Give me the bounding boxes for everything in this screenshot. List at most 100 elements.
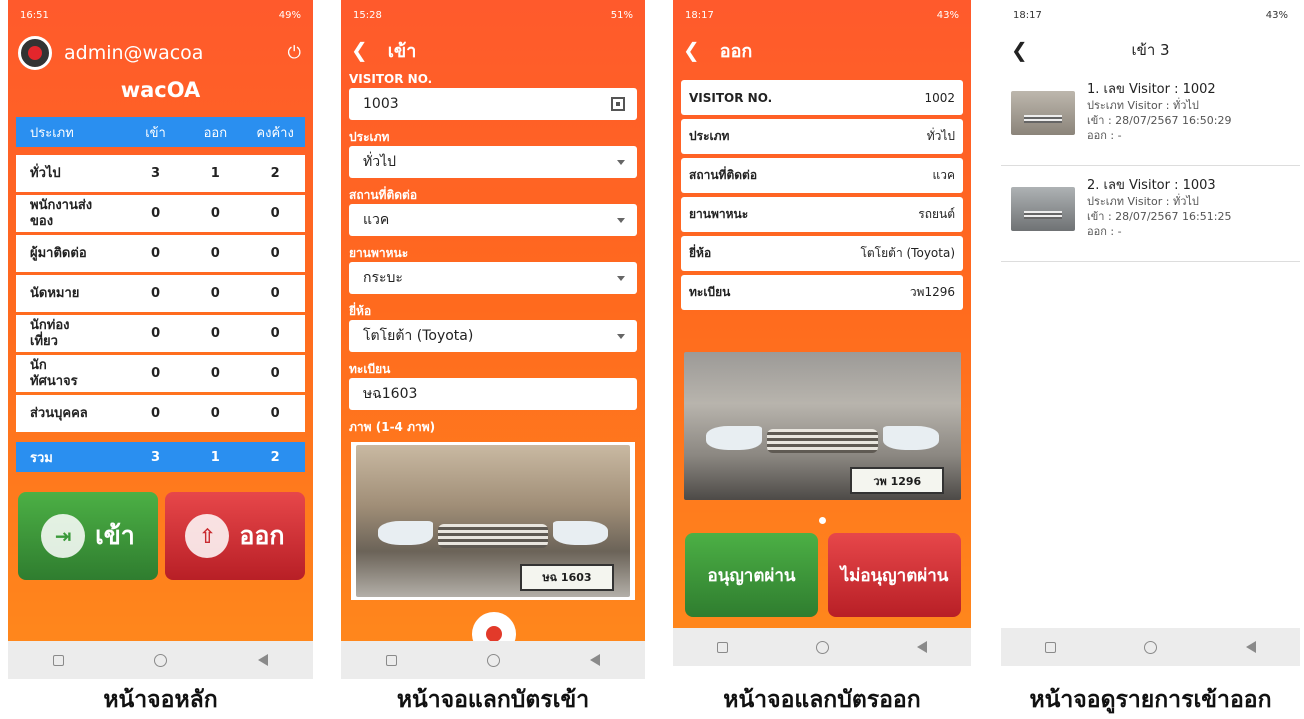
item-title: 2. เลข Visitor : 1003	[1087, 178, 1216, 193]
check-out-button[interactable]: ⇧ ออก	[165, 492, 305, 580]
header-remain: คงค้าง	[256, 125, 294, 141]
status-battery: 49%	[278, 9, 301, 21]
brand-select[interactable]: โตโยต้า (Toyota)	[349, 320, 637, 352]
check-in-button[interactable]: ⇥ เข้า	[18, 492, 158, 580]
summary-total-row: รวม 3 1 2	[16, 442, 305, 472]
qr-scan-icon[interactable]	[611, 97, 625, 111]
table-row[interactable]: นัดหมาย 0 0 0	[16, 275, 305, 312]
vehicle-value: กระบะ	[363, 270, 403, 286]
back-nav-icon[interactable]	[257, 654, 268, 666]
brand-title: wacOA	[120, 78, 201, 102]
type-select[interactable]: ทั่วไป	[349, 146, 637, 178]
status-bar: 18:17 43%	[673, 0, 971, 30]
row-remain: 0	[270, 286, 280, 301]
total-label: รวม	[30, 450, 53, 466]
home-icon[interactable]	[816, 640, 829, 654]
row-out: 0	[210, 366, 220, 381]
chevron-down-icon	[617, 217, 625, 223]
car-photo: ษฉ 1603	[356, 445, 630, 597]
login-icon: ⇥	[41, 514, 86, 558]
list-item[interactable]: 2. เลข Visitor : 1003 ประเภท Visitor : ท…	[1001, 166, 1300, 262]
photo-box[interactable]: ษฉ 1603	[351, 442, 635, 600]
home-icon[interactable]	[487, 653, 500, 667]
detail-value: 1002	[924, 90, 955, 105]
table-row[interactable]: ผู้มาติดต่อ 0 0 0	[16, 235, 305, 272]
row-type: พนักงานส่งของ	[30, 197, 93, 229]
status-time: 16:51	[20, 9, 49, 21]
home-icon[interactable]	[1144, 640, 1158, 654]
contact-place-value: แวค	[363, 212, 390, 228]
app-header: admin@wacoa ⏻	[8, 30, 313, 70]
entry-list-screen: 18:17 43% ❮ เข้า 3 1. เลข Visitor : 1002…	[1001, 0, 1300, 666]
photo-label: ภาพ (1-4 ภาพ)	[349, 420, 436, 434]
type-value: ทั่วไป	[363, 154, 397, 170]
allow-button[interactable]: อนุญาตผ่าน	[685, 533, 818, 617]
row-remain: 0	[270, 326, 280, 341]
detail-row: VISITOR NO. 1002	[681, 80, 963, 115]
contact-place-select[interactable]: แวค	[349, 204, 637, 236]
plate-in-photo: วพ 1296	[850, 467, 945, 495]
user-email: admin@wacoa	[64, 42, 204, 64]
row-in: 0	[151, 206, 161, 221]
list-item[interactable]: 1. เลข Visitor : 1002 ประเภท Visitor : ท…	[1001, 70, 1300, 166]
back-nav-icon[interactable]	[917, 641, 927, 653]
back-arrow-icon[interactable]: ❮	[351, 38, 368, 62]
row-in: 0	[151, 326, 161, 341]
item-out-time: ออก : -	[1087, 129, 1122, 142]
android-nav-bar	[8, 641, 313, 679]
row-in: 3	[151, 166, 161, 181]
car-photo-carousel[interactable]: วพ 1296	[684, 352, 961, 500]
item-type: ประเภท Visitor : ทั่วไป	[1087, 195, 1199, 208]
row-remain: 0	[270, 246, 280, 261]
row-in: 0	[151, 286, 161, 301]
item-out-time: ออก : -	[1087, 225, 1122, 238]
recents-icon[interactable]	[1045, 641, 1057, 653]
recents-icon[interactable]	[717, 641, 728, 653]
plate-input[interactable]: ษฉ1603	[349, 378, 637, 410]
power-icon[interactable]: ⏻	[288, 43, 301, 63]
table-row[interactable]: นักทัศนาจร 0 0 0	[16, 355, 305, 392]
caption-entry-list: หน้าจอดูรายการเข้าออก	[1029, 687, 1272, 713]
row-remain: 2	[270, 166, 280, 181]
total-out: 1	[210, 449, 220, 465]
status-time: 18:17	[1013, 9, 1042, 21]
vehicle-select[interactable]: กระบะ	[349, 262, 637, 294]
back-nav-icon[interactable]	[1245, 641, 1256, 653]
row-type: นักท่องเที่ยว	[30, 317, 70, 349]
deny-button[interactable]: ไม่อนุญาตผ่าน	[828, 533, 961, 617]
detail-row: ประเภท ทั่วไป	[681, 119, 963, 154]
status-bar: 16:51 49%	[8, 0, 313, 30]
recents-icon[interactable]	[53, 654, 65, 666]
screen-title: เข้า 3	[1131, 41, 1170, 59]
header-out: ออก	[203, 125, 228, 141]
back-arrow-icon[interactable]: ❮	[683, 38, 700, 62]
visitor-no-input[interactable]: 1003	[349, 88, 637, 120]
recents-icon[interactable]	[386, 654, 397, 666]
status-time: 15:28	[353, 9, 382, 21]
row-remain: 0	[270, 366, 280, 381]
table-row[interactable]: นักท่องเที่ยว 0 0 0	[16, 315, 305, 352]
header-in: เข้า	[145, 125, 166, 141]
carousel-dot[interactable]	[819, 517, 826, 524]
row-out: 1	[210, 166, 220, 181]
row-type: ส่วนบุคคล	[30, 405, 88, 421]
row-remain: 0	[270, 406, 280, 421]
caption-check-out: หน้าจอแลกบัตรออก	[723, 687, 921, 713]
android-nav-bar	[1001, 628, 1300, 666]
table-row[interactable]: พนักงานส่งของ 0 0 0	[16, 195, 305, 232]
screen-header: ❮ ออก	[673, 30, 971, 70]
car-thumbnail	[1011, 187, 1075, 231]
home-icon[interactable]	[154, 653, 168, 667]
row-out: 0	[210, 286, 220, 301]
field-label: VISITOR NO.	[349, 72, 433, 86]
summary-table-body: ทั่วไป 3 1 2 พนักงานส่งของ 0 0 0 ผู้มาติ…	[16, 155, 305, 435]
table-row[interactable]: ส่วนบุคคล 0 0 0	[16, 395, 305, 432]
status-battery: 43%	[936, 9, 959, 21]
detail-row: ทะเบียน วพ1296	[681, 275, 963, 310]
screen-title: ออก	[719, 40, 753, 62]
detail-key: ยานพาหนะ	[689, 207, 749, 221]
field-label: ยี่ห้อ	[349, 304, 372, 318]
table-row[interactable]: ทั่วไป 3 1 2	[16, 155, 305, 192]
screen-title: เข้า	[387, 40, 417, 62]
back-nav-icon[interactable]	[590, 654, 600, 666]
